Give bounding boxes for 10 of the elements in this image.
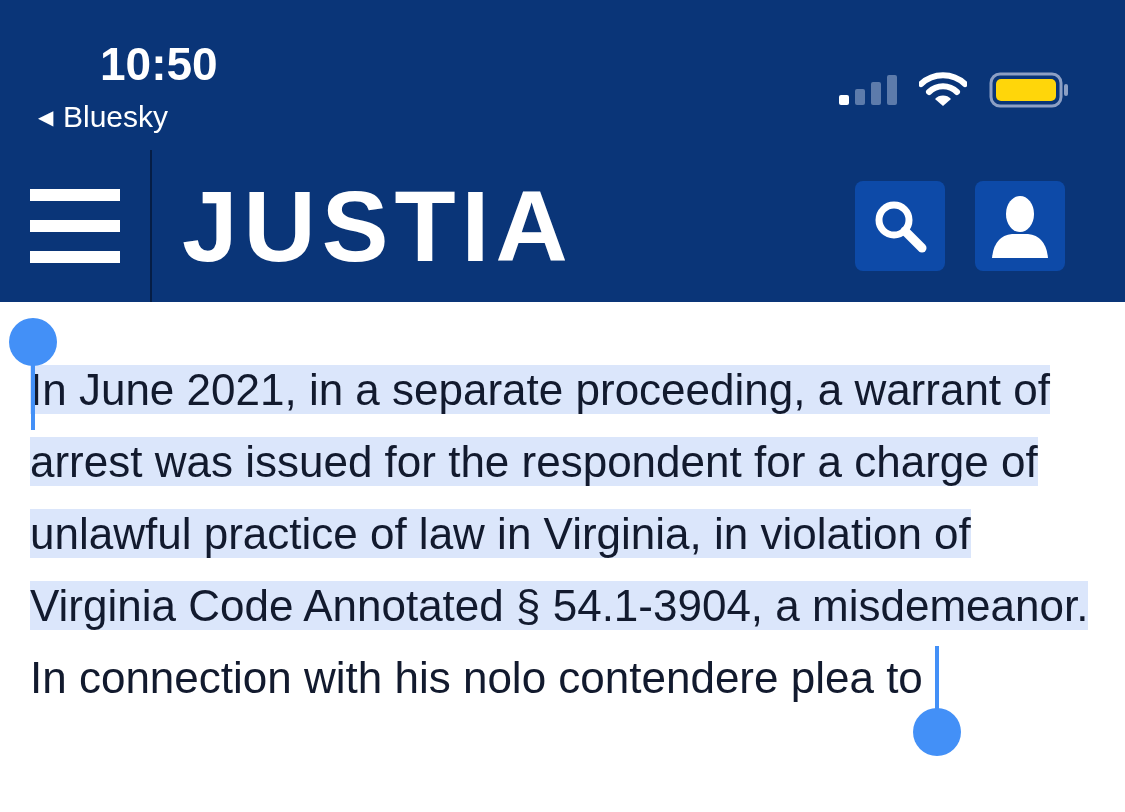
justia-logo[interactable]: JUSTIA <box>182 176 825 276</box>
status-time: 10:50 <box>100 38 218 90</box>
wifi-icon <box>919 72 967 108</box>
person-icon <box>990 194 1050 258</box>
account-button[interactable] <box>975 181 1065 271</box>
menu-icon[interactable] <box>30 189 120 263</box>
signal-icon <box>839 75 897 105</box>
search-button[interactable] <box>855 181 945 271</box>
back-link[interactable]: ◀ Bluesky <box>38 100 218 134</box>
battery-icon <box>989 72 1069 108</box>
